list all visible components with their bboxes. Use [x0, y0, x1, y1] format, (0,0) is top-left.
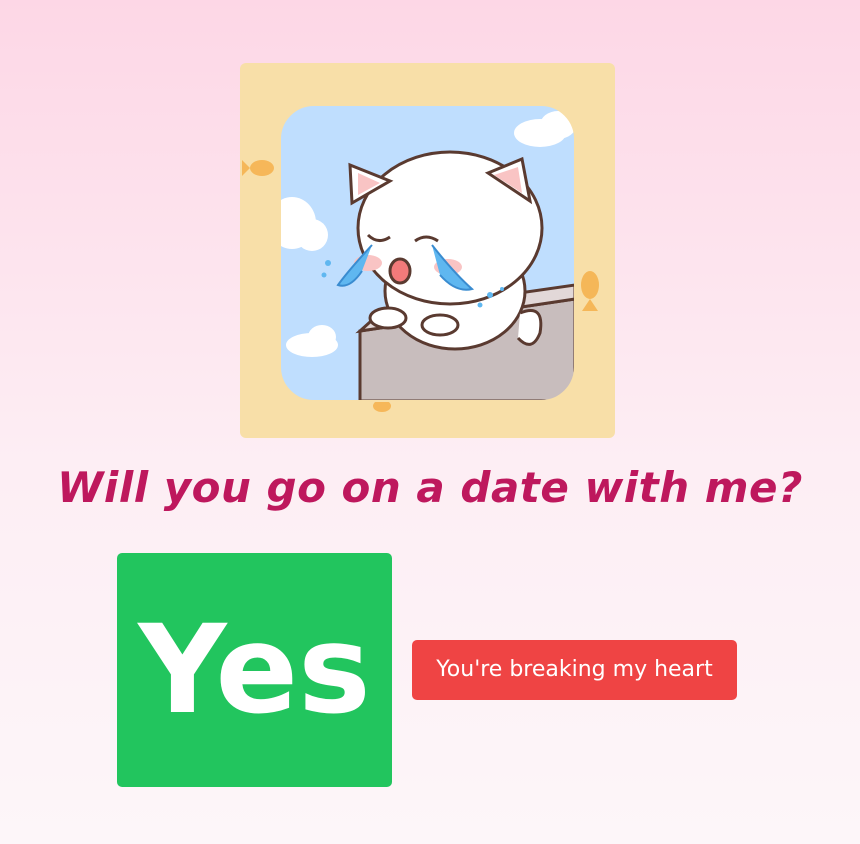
yes-button[interactable]: Yes: [117, 553, 392, 787]
question-heading: Will you go on a date with me?: [57, 463, 803, 512]
crying-cat-icon: [242, 104, 599, 412]
crying-cat-image: [240, 63, 615, 438]
no-button[interactable]: You're breaking my heart: [412, 640, 737, 700]
